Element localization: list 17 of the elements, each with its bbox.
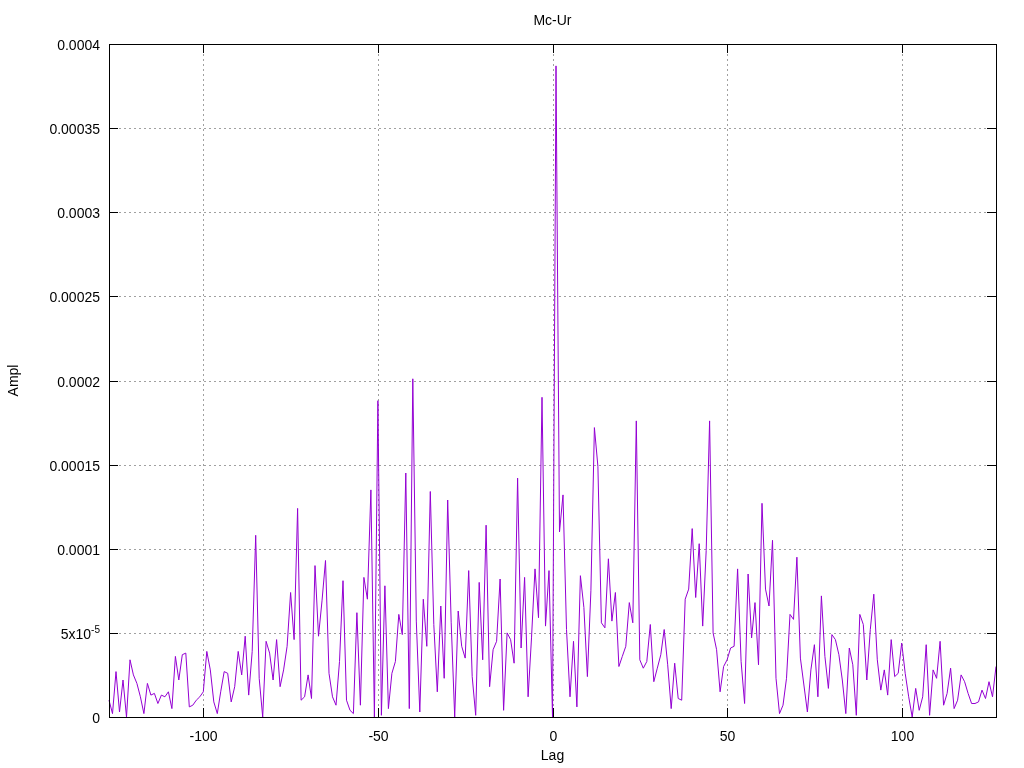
tick-label: 0.0003 <box>57 204 100 221</box>
tick-label: 5x10$^{-5}$ <box>60 623 100 642</box>
tick-label: 0.00035 <box>49 120 100 137</box>
tick-label: 0.0002 <box>57 373 100 390</box>
tick-label: -50 <box>368 728 389 744</box>
tick-label: 0.0004 <box>57 36 100 53</box>
tick-label: 0.00025 <box>49 288 100 305</box>
tick-label: 0 <box>92 709 100 726</box>
tick-label: 100 <box>890 728 915 744</box>
tick-label: 50 <box>719 728 736 744</box>
axis-label: Lag <box>540 747 565 763</box>
tick-label: 0 <box>549 728 558 744</box>
tick-label: -100 <box>189 728 218 744</box>
axis-label: Ampl <box>5 364 21 397</box>
tick-label: 0.00015 <box>49 457 100 474</box>
tick-label: 0.0001 <box>57 541 100 558</box>
chart-title: Mc-Ur <box>533 12 572 28</box>
